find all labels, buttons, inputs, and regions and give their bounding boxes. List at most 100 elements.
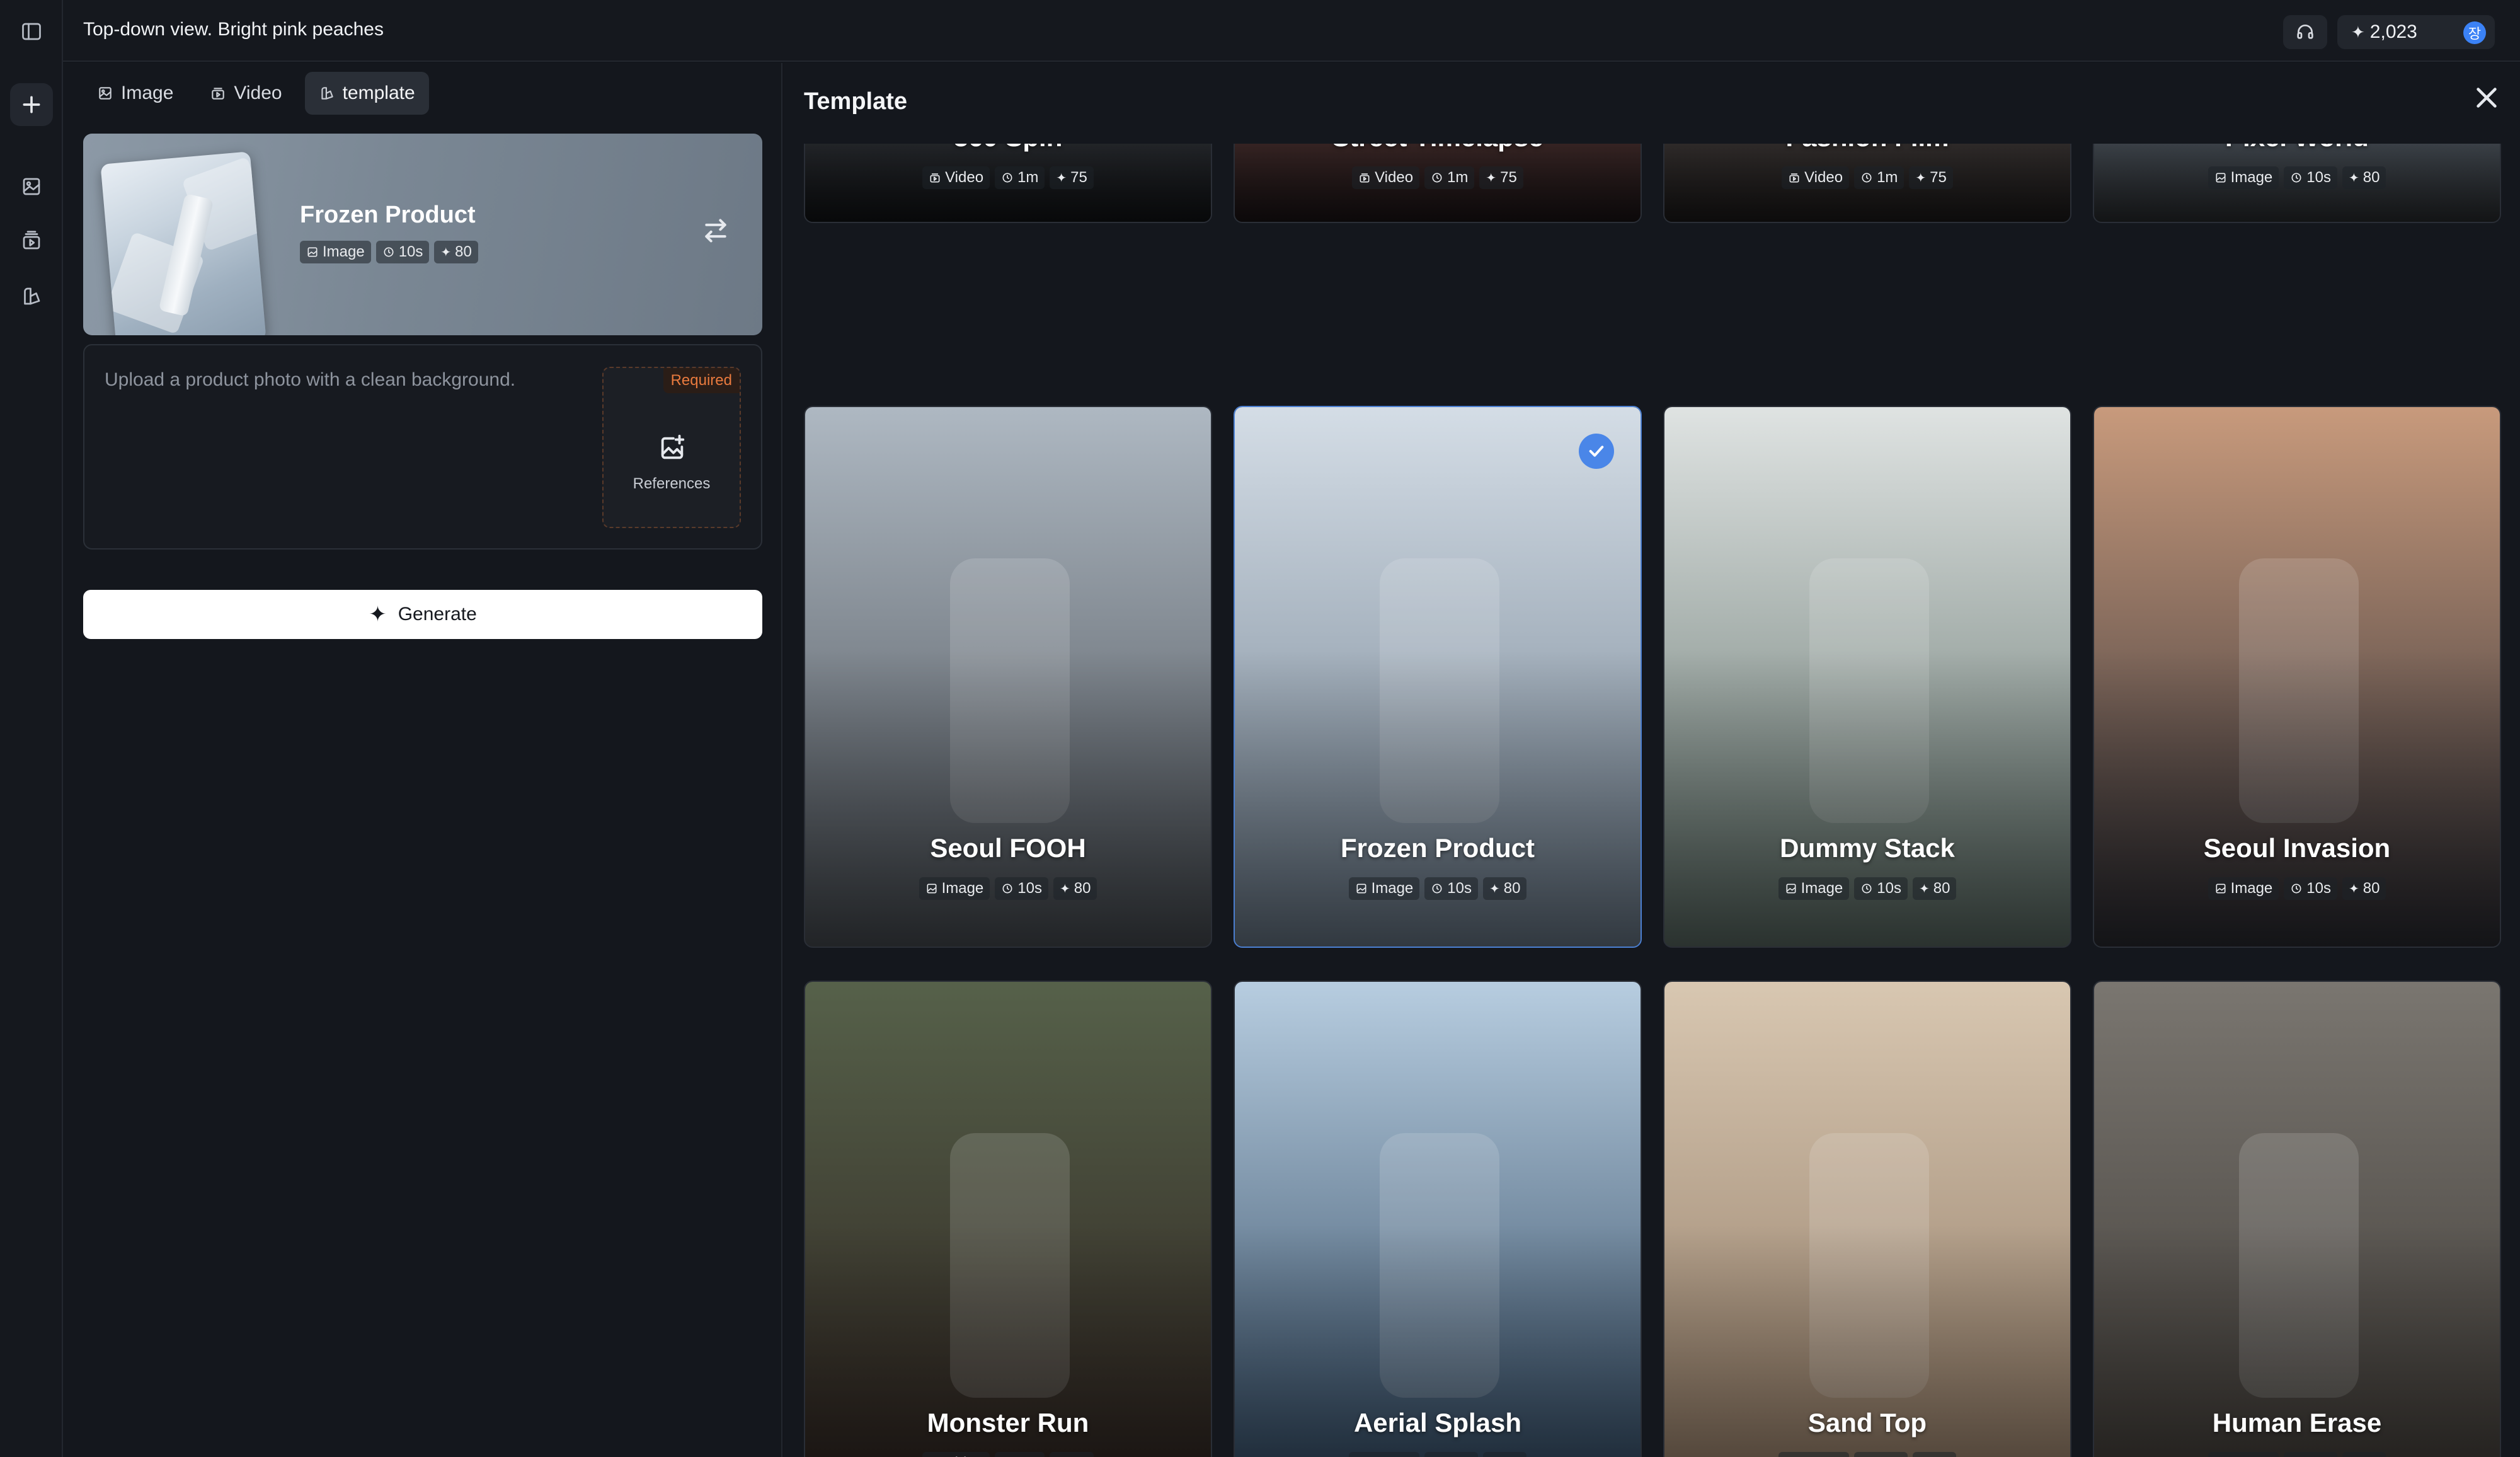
clock-icon bbox=[1002, 173, 1012, 183]
video-icon bbox=[212, 88, 225, 100]
type-chip: Image bbox=[1348, 877, 1420, 900]
duration-chip: 10s bbox=[1854, 877, 1908, 900]
clock-icon bbox=[384, 247, 394, 257]
duration-chip: 10s bbox=[2284, 1452, 2337, 1457]
duration-chip: 10s bbox=[1424, 877, 1478, 900]
type-label: Video bbox=[1804, 169, 1843, 186]
type-chip: Video bbox=[1782, 166, 1850, 189]
generation-panel: Image Video template Frozen Product Imag… bbox=[63, 63, 782, 1457]
video-icon bbox=[1360, 173, 1370, 183]
template-name: Pixel World bbox=[2094, 144, 2500, 153]
tab-video[interactable]: Video bbox=[196, 72, 295, 115]
duration-label: 10s bbox=[2306, 1454, 2331, 1457]
tab-template[interactable]: template bbox=[304, 72, 429, 115]
template-card-dummy-stack[interactable]: Dummy Stack Image 10s ✦ 80 bbox=[1663, 406, 2071, 948]
cost-chip: ✦80 bbox=[1053, 877, 1097, 900]
duration-label: 1m bbox=[1877, 169, 1898, 186]
image-icon bbox=[2216, 884, 2226, 894]
template-name: Fashion Film bbox=[1664, 144, 2070, 153]
image-icon bbox=[2216, 173, 2226, 183]
sidebar-toggle-icon[interactable] bbox=[14, 14, 49, 49]
type-chip: Image bbox=[2208, 877, 2279, 900]
image-icon[interactable] bbox=[14, 169, 49, 204]
selected-template-card[interactable]: Frozen Product Image 10s ✦ 80 bbox=[83, 134, 762, 335]
template-card-360-spin[interactable]: 360 Spin Video 1m ✦75 bbox=[804, 144, 1212, 223]
cost-label: 80 bbox=[2363, 1454, 2380, 1457]
duration-chip: 10s bbox=[1424, 1452, 1478, 1457]
icon-rail bbox=[0, 0, 63, 1457]
image-icon bbox=[99, 87, 112, 100]
type-label: Image bbox=[2230, 169, 2273, 186]
type-chip: Image bbox=[2208, 1452, 2279, 1457]
cost-label: 80 bbox=[2362, 169, 2380, 186]
image-icon bbox=[1356, 884, 1366, 894]
video-library-icon[interactable] bbox=[14, 223, 49, 258]
add-image-icon bbox=[658, 434, 687, 463]
template-name: Street Timelapse bbox=[1235, 144, 1641, 153]
template-card-fashion-film[interactable]: Fashion Film Video 1m ✦75 bbox=[1663, 144, 2071, 223]
template-card-sand-top[interactable]: Sand Top Image 10s ✦80 bbox=[1663, 981, 2071, 1457]
project-title[interactable]: Top-down view. Bright pink peaches bbox=[83, 19, 384, 40]
template-name: Seoul FOOH bbox=[930, 833, 1086, 863]
swap-template-icon[interactable] bbox=[702, 217, 730, 245]
template-icon[interactable] bbox=[14, 279, 49, 314]
template-name: Frozen Product bbox=[1340, 833, 1535, 863]
duration-label: 10s bbox=[1877, 1454, 1901, 1457]
sparkle-icon: ✦ bbox=[440, 245, 452, 260]
cost-chip: ✦80 bbox=[1912, 1452, 1957, 1457]
template-card-street-timelapse[interactable]: Street Timelapse Video 1m ✦75 bbox=[1234, 144, 1642, 223]
cost-label: 80 bbox=[455, 243, 472, 260]
template-grid: 360 SpinVideo1m✦75Street TimelapseVideo1… bbox=[804, 144, 2502, 1457]
sparkle-icon: ✦ bbox=[1056, 171, 1067, 185]
template-card-aerial-splash[interactable]: Aerial Splash Image 10s ✦80 bbox=[1234, 981, 1642, 1457]
selected-template-thumbnail bbox=[100, 151, 266, 335]
template-card-human-erase[interactable]: Human Erase Image 10s ✦80 bbox=[2093, 981, 2501, 1457]
template-meta: Image 10s ✦80 bbox=[1235, 877, 1641, 900]
video-icon bbox=[1789, 173, 1799, 183]
type-chip: Image bbox=[1348, 1452, 1420, 1457]
template-meta: Video 1m ✦75 bbox=[1235, 166, 1641, 189]
references-label: References bbox=[633, 475, 711, 492]
generate-button[interactable]: ✦ Generate bbox=[83, 590, 762, 639]
template-meta: Video 1m ✦75 bbox=[805, 1452, 1211, 1457]
template-panel: Template 360 SpinVideo1m✦75Street Timela… bbox=[784, 63, 2520, 1457]
prompt-placeholder[interactable]: Upload a product photo with a clean back… bbox=[105, 369, 515, 391]
avatar[interactable]: 장 bbox=[2463, 21, 2486, 44]
type-label: Image bbox=[1372, 1454, 1414, 1457]
tab-label: Video bbox=[234, 83, 282, 103]
clock-icon bbox=[1862, 884, 1872, 894]
credits-count: 2,023 bbox=[2369, 21, 2417, 42]
template-card-frozen-product[interactable]: Frozen Product Image 10s ✦ 80 bbox=[1234, 406, 1642, 948]
duration-chip: 10s bbox=[2284, 877, 2337, 900]
template-card-seoul-invasion[interactable]: Seoul Invasion Image 10s ✦ 80 bbox=[2093, 406, 2501, 948]
template-card-monster-run[interactable]: Monster Run Video 1m ✦75 bbox=[804, 981, 1212, 1457]
prompt-input-box[interactable]: Upload a product photo with a clean back… bbox=[83, 344, 762, 550]
tab-image[interactable]: Image bbox=[83, 72, 187, 115]
template-card-pixel-world[interactable]: Pixel World Image 10s ✦80 bbox=[2093, 144, 2501, 223]
sparkle-icon: ✦ bbox=[1915, 171, 1927, 185]
close-icon[interactable] bbox=[2472, 83, 2501, 112]
selected-template-name: Frozen Product bbox=[300, 202, 476, 228]
duration-label: 10s bbox=[2306, 880, 2331, 897]
clock-icon bbox=[1002, 884, 1012, 894]
sparkle-icon: ✦ bbox=[2348, 171, 2359, 185]
cost-chip: ✦80 bbox=[2342, 877, 2386, 900]
new-project-button[interactable] bbox=[10, 83, 53, 126]
type-label: Image bbox=[323, 243, 365, 260]
cost-label: 80 bbox=[1933, 880, 1950, 897]
references-upload-slot[interactable]: Required References bbox=[602, 367, 741, 528]
support-button[interactable] bbox=[2283, 15, 2327, 49]
cost-chip: ✦ 80 bbox=[434, 241, 478, 263]
sparkle-icon: ✦ bbox=[1918, 882, 1930, 896]
template-card-seoul-fooh[interactable]: Seoul FOOH Image 10s ✦ 80 bbox=[804, 406, 1212, 948]
headset-icon bbox=[2297, 25, 2313, 39]
credits-button[interactable]: ✦ 2,023 장 bbox=[2337, 15, 2495, 49]
cost-chip: ✦75 bbox=[1479, 166, 1523, 189]
type-label: Image bbox=[1801, 1454, 1843, 1457]
template-name: Seoul Invasion bbox=[2203, 833, 2391, 863]
cost-chip: ✦75 bbox=[1909, 166, 1953, 189]
type-label: Image bbox=[1801, 880, 1843, 897]
type-label: Video bbox=[945, 169, 984, 186]
type-chip: Video bbox=[922, 166, 990, 189]
tab-label: Image bbox=[121, 83, 174, 103]
